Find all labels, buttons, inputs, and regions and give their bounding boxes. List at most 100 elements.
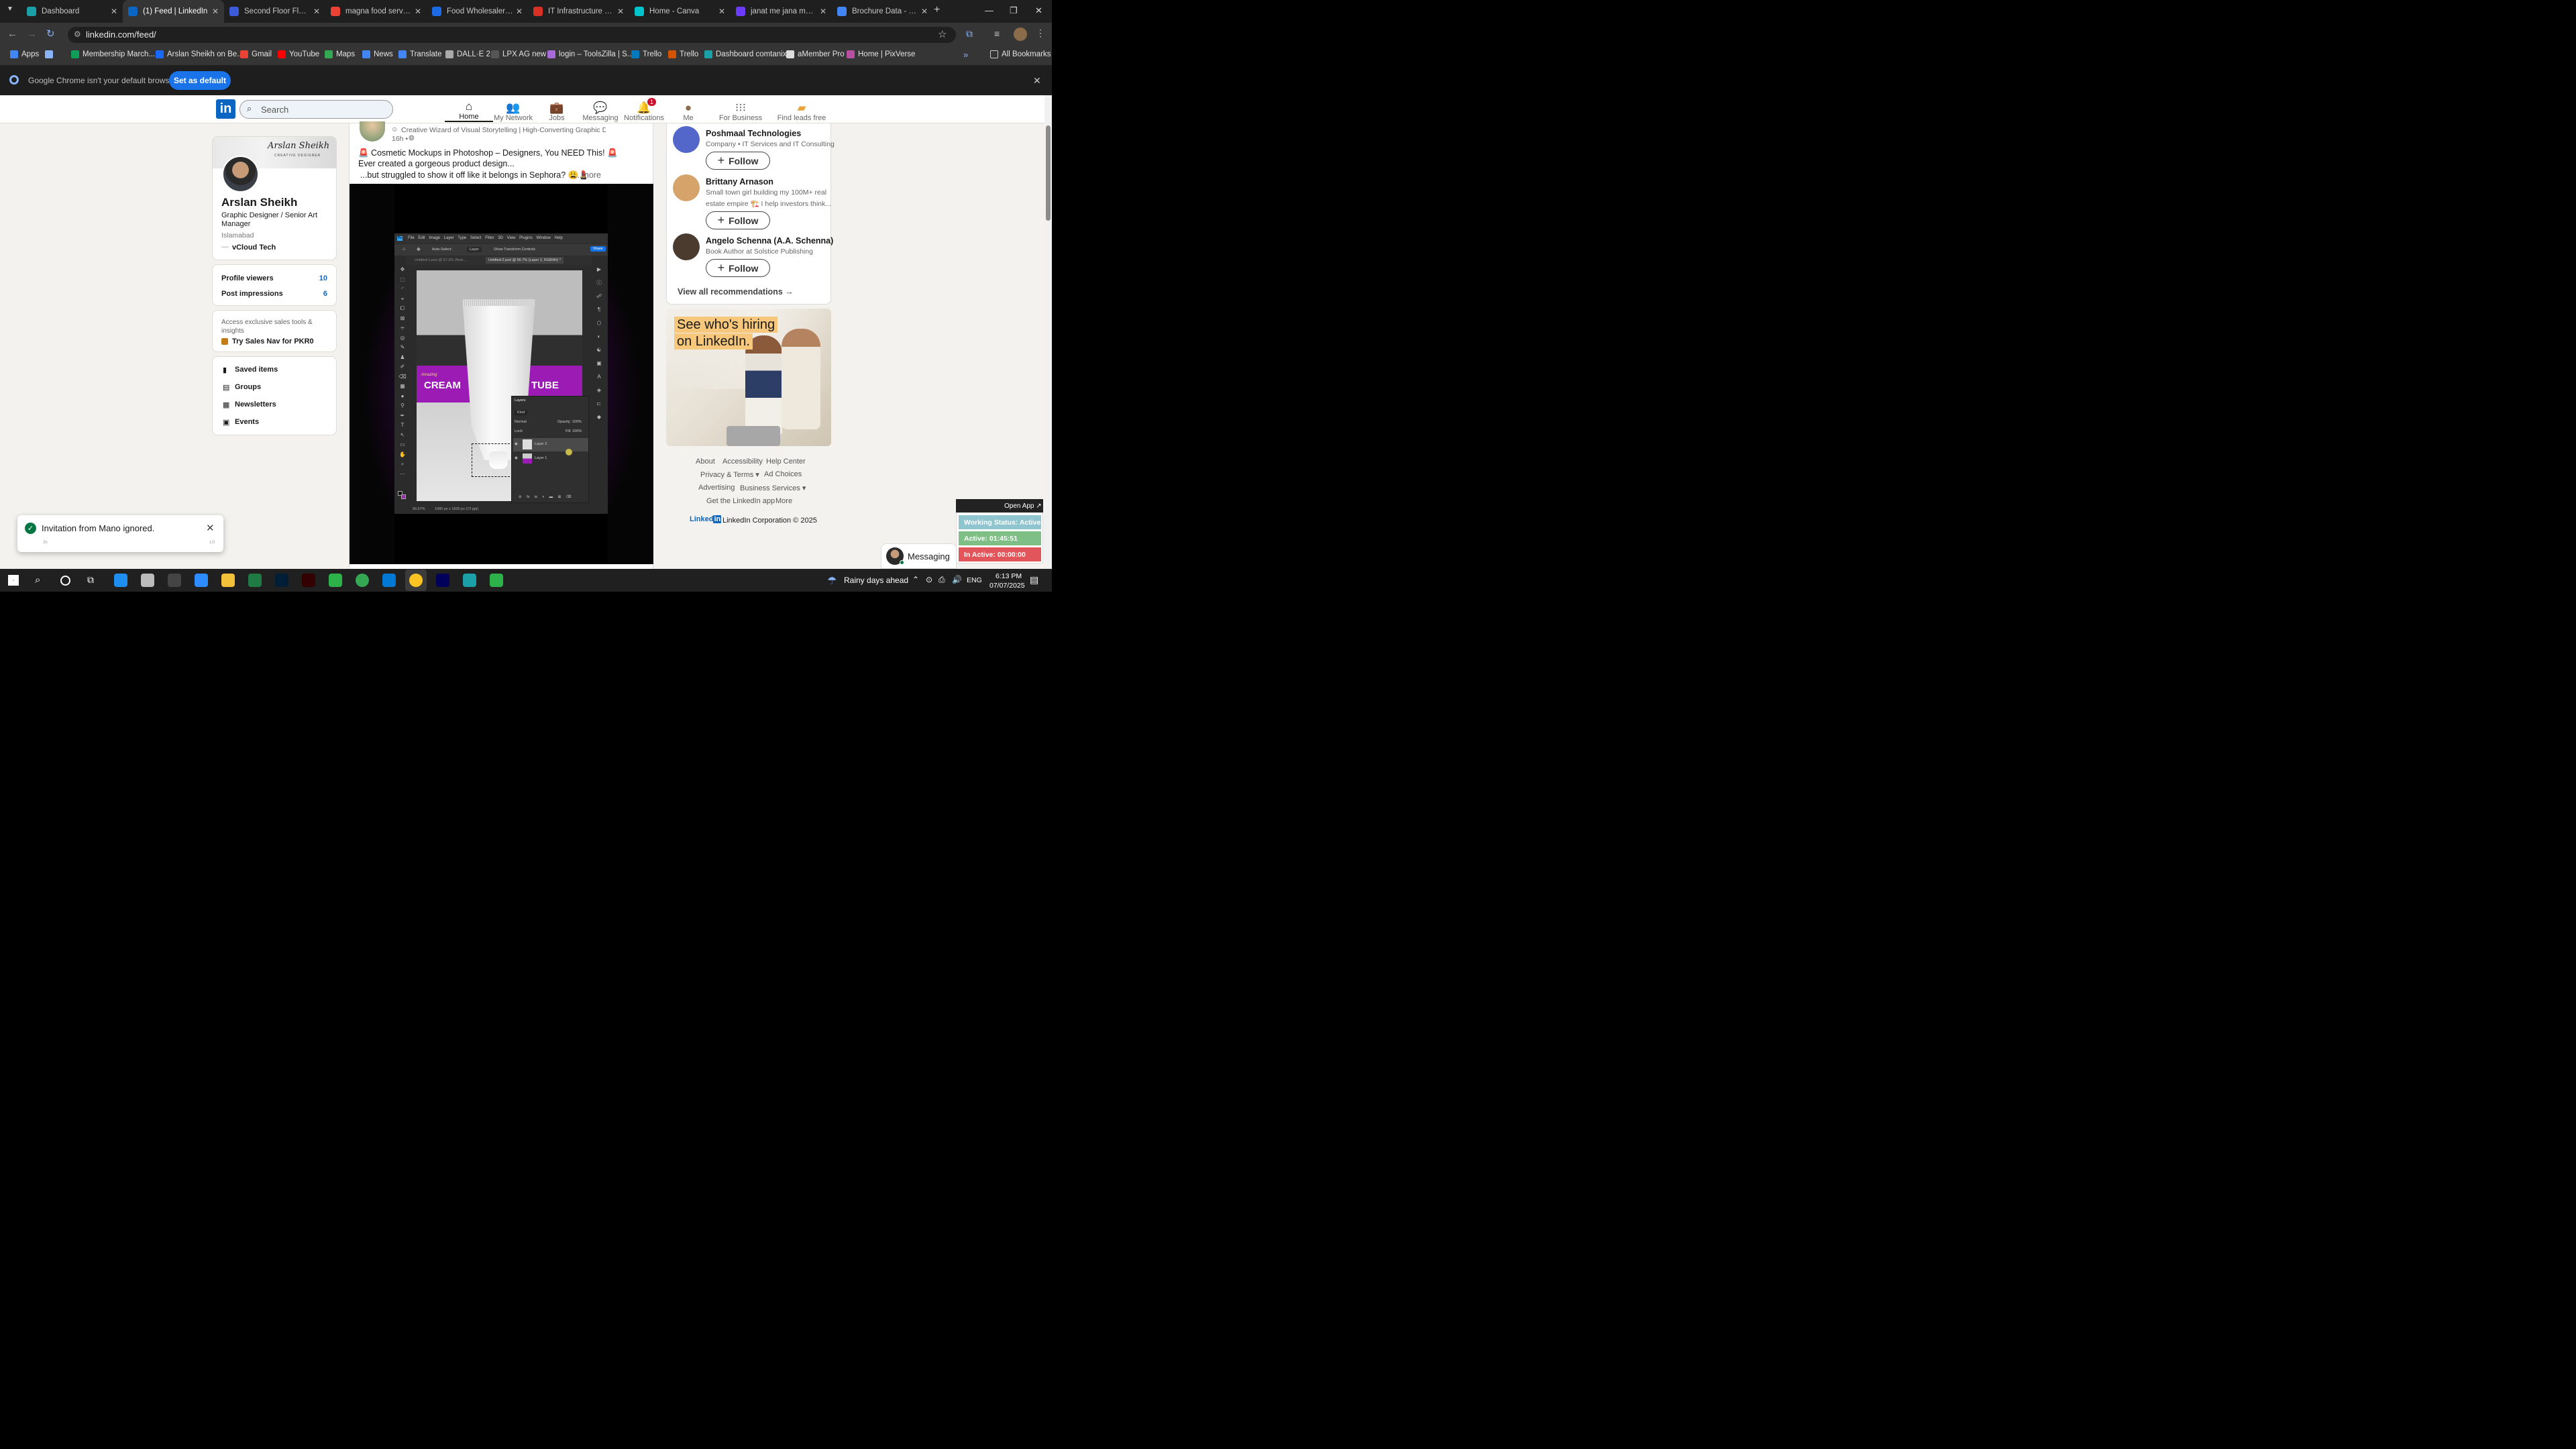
bookmark-item[interactable]: Apps xyxy=(10,50,39,59)
set-default-button[interactable]: Set as default xyxy=(169,71,231,91)
new-tab-button[interactable]: + xyxy=(934,4,940,16)
premium-cta[interactable]: Try Sales Nav for PKR0 xyxy=(232,337,314,345)
chrome-menu-icon[interactable]: ⋮ xyxy=(1036,28,1045,39)
follow-button[interactable]: + Follow xyxy=(706,211,771,230)
bookmark-item[interactable]: DALL·E 2 xyxy=(445,50,490,59)
weather-text[interactable]: Rainy days ahead xyxy=(844,576,908,585)
browser-tab[interactable]: (1) Feed | LinkedIn ✕ xyxy=(123,0,225,23)
address-bar[interactable] xyxy=(68,27,957,44)
minimize-button[interactable]: — xyxy=(985,5,994,15)
forward-button[interactable]: → xyxy=(27,28,37,40)
task-view-icon[interactable]: ⧉ xyxy=(87,574,94,586)
profile-viewers-label[interactable]: Profile viewers xyxy=(221,274,274,282)
follow-button[interactable]: + Follow xyxy=(706,259,771,278)
start-button[interactable] xyxy=(8,575,19,586)
nav-briefcase[interactable]: 💼 Jobs xyxy=(533,97,581,123)
browser-tab[interactable]: Second Floor Flat For✕ xyxy=(224,0,325,23)
clock-time[interactable]: 6:13 PM xyxy=(996,572,1022,580)
browser-tab[interactable]: janat me jana mumkin✕ xyxy=(731,0,832,23)
footer-more[interactable]: More xyxy=(775,497,792,505)
tab-close-icon[interactable]: ✕ xyxy=(617,7,624,16)
recommendation-name[interactable]: Angelo Schenna (A.A. Schenna) xyxy=(706,236,833,246)
bookmark-item[interactable]: Gmail xyxy=(240,50,272,59)
pen-tool-icon[interactable] xyxy=(141,574,155,588)
profile-company[interactable]: vCloud Tech xyxy=(232,244,276,252)
profile-avatar-photo[interactable] xyxy=(222,156,260,193)
zoom-icon[interactable] xyxy=(195,574,209,588)
browser-tab[interactable]: Brochure Data - Goo ✕ xyxy=(832,0,933,23)
newsletters-link[interactable]: Newsletters xyxy=(235,400,276,409)
nav-home[interactable]: ⌂ Home xyxy=(445,97,494,123)
extensions-icon[interactable]: ⧉ xyxy=(966,28,973,40)
nav-avatar[interactable]: ● Me xyxy=(664,97,712,123)
bookmark-item[interactable]: Home | PixVerse xyxy=(847,50,915,59)
bookmark-item[interactable]: LPX AG new xyxy=(491,50,546,59)
notification-center-icon[interactable]: ▤ xyxy=(1030,574,1038,586)
excel-icon[interactable] xyxy=(248,574,262,588)
nav-chat[interactable]: 💬 Messaging xyxy=(576,97,625,123)
browser-tab[interactable]: magna food service ✕ xyxy=(325,0,427,23)
photoshop-icon[interactable] xyxy=(275,574,289,588)
bookmark-item[interactable]: News xyxy=(362,50,393,59)
bookmark-item[interactable] xyxy=(45,50,56,59)
close-window-button[interactable]: ✕ xyxy=(1035,5,1042,16)
footer-ad-choices[interactable]: Ad Choices xyxy=(764,470,802,478)
tab-close-icon[interactable]: ✕ xyxy=(820,7,826,16)
see-more-link[interactable]: ...more xyxy=(575,170,601,180)
bookmark-item[interactable]: Trello xyxy=(631,50,661,59)
all-bookmarks[interactable]: All Bookmarks xyxy=(990,50,1051,59)
saved-items-link[interactable]: Saved items xyxy=(235,366,278,374)
groups-link[interactable]: Groups xyxy=(235,383,261,391)
footer-help-center[interactable]: Help Center xyxy=(766,458,806,466)
footer-accessibility[interactable]: Accessibility xyxy=(722,458,763,466)
bookmark-item[interactable]: Membership March... xyxy=(71,50,155,59)
terminal-icon[interactable] xyxy=(168,574,182,588)
footer-advertising[interactable]: Advertising xyxy=(698,484,735,492)
vscode-icon[interactable] xyxy=(382,574,396,588)
browser-tab[interactable]: Dashboard ✕ xyxy=(21,0,123,23)
footer-get-app[interactable]: Get the LinkedIn app xyxy=(706,497,775,505)
edge-icon[interactable] xyxy=(114,574,128,588)
browser-tab[interactable]: Home - Canva ✕ xyxy=(629,0,731,23)
linkedin-logo[interactable]: in xyxy=(216,99,236,119)
reload-button[interactable]: ↻ xyxy=(46,28,55,40)
tray-chevron-icon[interactable]: ⌃ xyxy=(912,575,919,584)
cortana-icon[interactable] xyxy=(60,576,71,586)
page-scrollbar-thumb[interactable] xyxy=(1046,125,1051,221)
bookmark-item[interactable]: Trello xyxy=(668,50,698,59)
chrome-taskbar-icon[interactable] xyxy=(356,574,370,588)
view-all-recommendations[interactable]: View all recommendations → xyxy=(678,287,794,297)
tab-close-icon[interactable]: ✕ xyxy=(212,7,219,16)
tab-close-icon[interactable]: ✕ xyxy=(921,7,928,16)
clock-date[interactable]: 07/07/2025 xyxy=(989,582,1025,590)
tab-close-icon[interactable]: ✕ xyxy=(516,7,523,16)
premiere-icon[interactable] xyxy=(436,574,450,588)
bookmark-item[interactable]: YouTube xyxy=(278,50,319,59)
recommendation-avatar[interactable] xyxy=(673,174,700,202)
follow-button[interactable]: + Follow xyxy=(706,152,771,170)
browser-tab[interactable]: Food Wholesaler | Ha✕ xyxy=(427,0,528,23)
recommendation-name[interactable]: Poshmaal Technologies xyxy=(706,129,801,138)
bookmark-item[interactable]: login – ToolsZilla | S... xyxy=(547,50,633,59)
tab-close-icon[interactable]: ✕ xyxy=(313,7,320,16)
illustrator-icon[interactable] xyxy=(302,574,316,588)
tab-close-icon[interactable]: ✕ xyxy=(415,7,421,16)
back-button[interactable]: ← xyxy=(7,28,17,40)
tab-close-icon[interactable]: ✕ xyxy=(718,7,725,16)
footer-privacy[interactable]: Privacy & Terms ▾ xyxy=(700,470,759,479)
recommendation-avatar[interactable] xyxy=(673,233,700,261)
nav-grid[interactable]: ⁝⁝⁝ For Business xyxy=(715,97,766,123)
restore-button[interactable]: ❐ xyxy=(1010,5,1018,16)
bookmark-item[interactable]: Translate xyxy=(398,50,442,59)
footer-about[interactable]: About xyxy=(696,458,715,466)
nav-bell[interactable]: 🔔 1 Notifications xyxy=(620,97,668,122)
bookmark-item[interactable]: Maps xyxy=(325,50,355,59)
app-green-2-icon[interactable] xyxy=(490,574,504,588)
premium-card[interactable]: Access exclusive sales tools & insights … xyxy=(212,310,337,353)
profile-name[interactable]: Arslan Sheikh xyxy=(221,196,297,209)
search-taskbar-icon[interactable]: ⌕ xyxy=(35,574,40,586)
toast-close-icon[interactable]: ✕ xyxy=(206,522,215,534)
language-indicator[interactable]: ENG xyxy=(967,576,982,584)
bookmark-item[interactable]: Dashboard comtanix xyxy=(704,50,786,59)
more-bookmarks-icon[interactable]: » xyxy=(963,50,968,60)
